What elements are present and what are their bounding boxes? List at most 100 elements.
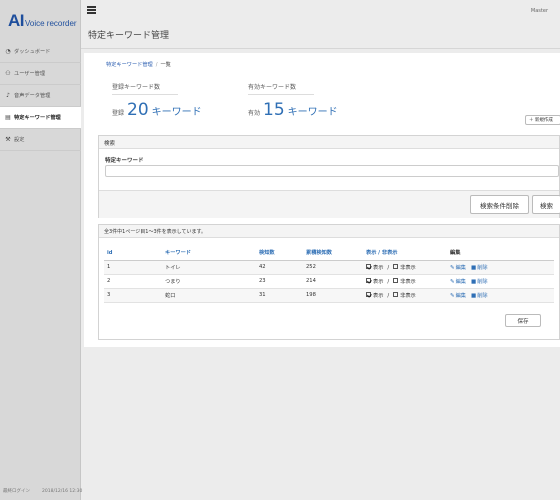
delete-link[interactable]: ■削除 [471, 279, 488, 285]
results-panel: 全3件中1ページ目1〜3件を表示しています。 id キーワード 検知数 累積検知… [98, 224, 560, 340]
delete-label: 削除 [477, 264, 488, 271]
cell-actions: ✎編集 ■削除 [447, 288, 554, 303]
cell-actions: ✎編集 ■削除 [447, 274, 554, 289]
hide-checkbox[interactable] [393, 278, 399, 283]
column-header-visibility[interactable]: 表示 / 非表示 [363, 246, 447, 261]
sidebar-item-keywords[interactable]: ▤ 特定キーワード管理 [0, 107, 81, 129]
breadcrumb-separator: / [155, 62, 158, 68]
cell-total: 252 [303, 260, 363, 275]
topbar: Master [81, 0, 560, 22]
sidebar-item-dashboard[interactable]: ◔ ダッシュボード [0, 41, 81, 63]
cell-visibility: 表示 / 非表示 [363, 260, 447, 275]
cell-total: 214 [303, 274, 363, 289]
column-header-edit: 編集 [447, 246, 554, 261]
last-login: 最終ログイン 2018/12/16 12:30 [3, 488, 82, 494]
last-login-label: 最終ログイン [3, 489, 30, 494]
cell-count: 42 [256, 260, 303, 275]
edit-icon: ✎ [450, 292, 455, 299]
edit-link[interactable]: ✎編集 [450, 265, 466, 271]
column-header-id[interactable]: id [104, 246, 162, 261]
column-header-keyword[interactable]: キーワード [162, 246, 256, 261]
sidebar-nav: ◔ ダッシュボード ⚇ ユーザー管理 ♪ 音声データ管理 ▤ 特定キーワード管理… [0, 41, 81, 151]
delete-link[interactable]: ■削除 [471, 265, 488, 271]
sidebar-item-label: ダッシュボード [14, 49, 51, 55]
microphone-icon: ♪ [6, 92, 10, 99]
sidebar-item-label: 設定 [14, 137, 25, 143]
logo-ai: AI [8, 11, 25, 30]
table-row: 1 トイレ 42 252 表示 / 非表示 ✎編集 ■削除 [104, 260, 554, 275]
sidebar-item-label: ユーザー管理 [14, 71, 46, 77]
cell-keyword: 蛇口 [162, 288, 256, 303]
delete-label: 削除 [477, 292, 488, 299]
edit-icon: ✎ [450, 278, 455, 285]
clear-search-button[interactable]: 検索条件削除 [470, 195, 529, 214]
search-actions: 検索条件削除 検索 [99, 190, 560, 218]
sidebar-item-settings[interactable]: ⚒ 設定 [0, 129, 81, 151]
page-title: 特定キーワード管理 [88, 31, 170, 41]
edit-label: 編集 [455, 292, 466, 299]
stat-prefix: 登録 [112, 110, 125, 117]
edit-link[interactable]: ✎編集 [450, 279, 466, 285]
stat-suffix: キーワード [151, 107, 202, 118]
table-header-row: id キーワード 検知数 累積検知数 表示 / 非表示 編集 [104, 246, 554, 261]
edit-label: 編集 [455, 264, 466, 271]
stat-suffix: キーワード [287, 107, 338, 118]
search-panel: 検索 特定キーワード 検索条件削除 検索 [98, 135, 560, 218]
delete-link[interactable]: ■削除 [471, 293, 488, 299]
sidebar-item-label: 特定キーワード管理 [14, 115, 61, 121]
table-row: 2 つまり 23 214 表示 / 非表示 ✎編集 ■削除 [104, 274, 554, 289]
keyword-field-label: 特定キーワード [105, 158, 144, 164]
column-header-count[interactable]: 検知数 [256, 246, 303, 261]
cell-actions: ✎編集 ■削除 [447, 260, 554, 275]
show-label: 表示 [373, 264, 384, 271]
user-name[interactable]: Master [531, 8, 548, 14]
stat-number: 20 [127, 100, 149, 120]
document-icon: ▤ [5, 114, 11, 121]
delete-label: 削除 [477, 278, 488, 285]
wrench-icon: ⚒ [5, 136, 11, 143]
sidebar-item-audio-data[interactable]: ♪ 音声データ管理 [0, 85, 81, 107]
hide-checkbox[interactable] [393, 264, 399, 269]
trash-icon: ■ [471, 278, 477, 285]
cell-id: 1 [104, 260, 162, 275]
last-login-time: 2018/12/16 12:30 [42, 489, 83, 494]
show-checkbox[interactable] [366, 278, 371, 283]
edit-icon: ✎ [450, 264, 455, 271]
search-header: 検索 [99, 136, 559, 149]
hide-label: 非表示 [400, 292, 416, 299]
edit-link[interactable]: ✎編集 [450, 293, 466, 299]
hamburger-menu-icon[interactable] [87, 6, 96, 14]
results-summary: 全3件中1ページ目1〜3件を表示しています。 [99, 225, 559, 238]
cell-visibility: 表示 / 非表示 [363, 288, 447, 303]
app-logo[interactable]: AIVoice recorder [8, 11, 77, 33]
show-checkbox[interactable] [366, 292, 371, 297]
show-label: 表示 [373, 292, 384, 299]
cell-visibility: 表示 / 非表示 [363, 274, 447, 289]
title-divider [81, 48, 560, 49]
column-header-total[interactable]: 累積検知数 [303, 246, 363, 261]
stat-label: 有効キーワード数 [248, 82, 314, 95]
new-button-label: ＋ 新規作成 [529, 118, 553, 123]
dashboard-icon: ◔ [5, 48, 11, 55]
search-button[interactable]: 検索 [532, 195, 560, 214]
logo-subtitle: Voice recorder [25, 19, 77, 28]
save-button[interactable]: 保存 [505, 314, 541, 327]
breadcrumb: 特定キーワード管理 / 一覧 [106, 61, 171, 68]
cell-count: 23 [256, 274, 303, 289]
registered-keywords-stat: 登録キーワード数 登録 20 キーワード [112, 82, 202, 120]
cell-count: 31 [256, 288, 303, 303]
show-checkbox[interactable] [366, 264, 371, 269]
keyword-search-input[interactable] [105, 165, 559, 177]
hide-label: 非表示 [400, 264, 416, 271]
breadcrumb-parent-link[interactable]: 特定キーワード管理 [106, 62, 153, 68]
breadcrumb-current: 一覧 [160, 62, 171, 68]
new-keyword-button[interactable]: ＋ 新規作成 [525, 115, 560, 125]
trash-icon: ■ [471, 292, 477, 299]
sidebar-item-users[interactable]: ⚇ ユーザー管理 [0, 63, 81, 85]
stat-label: 登録キーワード数 [112, 82, 178, 95]
trash-icon: ■ [471, 264, 477, 271]
hide-checkbox[interactable] [393, 292, 399, 297]
keyword-table: id キーワード 検知数 累積検知数 表示 / 非表示 編集 1 トイレ 42 … [104, 246, 554, 303]
cell-keyword: つまり [162, 274, 256, 289]
cell-keyword: トイレ [162, 260, 256, 275]
